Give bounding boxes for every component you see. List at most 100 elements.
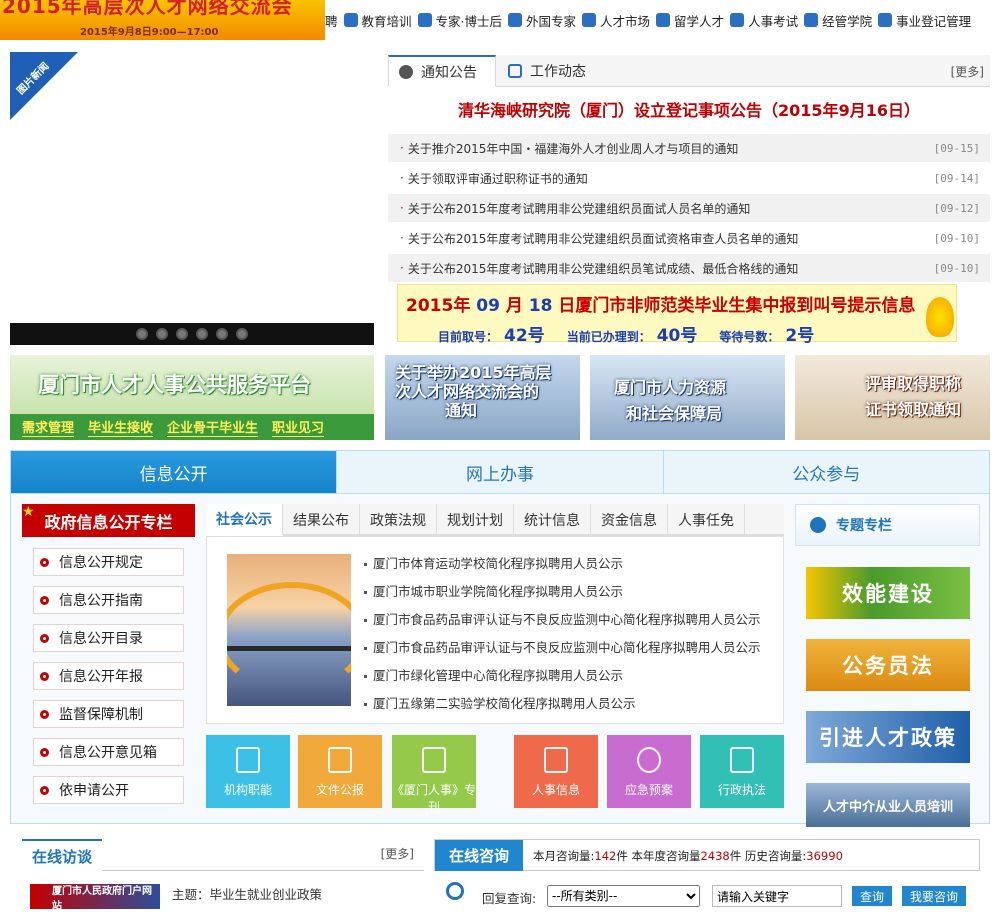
query-button[interactable]: 查询 [852,886,892,906]
interview-topic[interactable]: 主题：毕业生就业创业政策 [172,884,322,903]
online-interview-title: 在线访谈 [22,839,103,871]
nav-item-foreign-expert[interactable]: 外国专家 [508,11,576,30]
bullet-icon [40,557,49,567]
gov-item[interactable]: 监督保障机制 [33,700,184,728]
gov-item[interactable]: 信息公开年报 [33,662,184,690]
special-agency-training[interactable]: 人才中介从业人员培训 [806,783,970,827]
bridge-photo[interactable] [227,554,351,706]
link-enterprise-graduate[interactable]: 企业骨干毕业生 [167,417,259,437]
nav-item-registration[interactable]: 事业登记管理 [878,11,971,30]
picture-news-slideshow[interactable]: 图片新闻 [10,52,374,345]
notice-item[interactable]: · 关于推介2015年中国・福建海外人才创业周人才与项目的通知 [09-15] [388,134,990,162]
tab-online-service[interactable]: 网上办事 [337,451,664,493]
tab-social-notice[interactable]: 社会公示 [206,504,283,536]
gov-item[interactable]: 信息公开规定 [33,548,184,576]
gov-item[interactable]: 信息公开指南 [33,586,184,614]
slide-dot[interactable] [196,328,208,340]
slideshow-dots [10,323,374,345]
search-icon [446,882,464,900]
link-graduate-receive[interactable]: 毕业生接收 [88,417,154,437]
notice-item[interactable]: · 关于领取评审通过职称证书的通知 [09-14] [388,164,990,192]
platform-banner[interactable]: 厦门市人才人事公共服务平台 需求管理 毕业生接收 企业骨干毕业生 职业见习 [10,355,374,440]
hrss-bureau-banner[interactable]: 厦门市人力资源 和社会保障局 [590,355,785,440]
flower-decoration-icon [926,297,954,337]
notice-item[interactable]: · 关于公布2015年度考试聘用非公党建组织员面试资格审查人员名单的通知 [09-1… [388,224,990,252]
tab-results[interactable]: 结果公布 [283,504,360,536]
certificate-banner[interactable]: 评审取得职称 证书领取通知 [795,355,990,440]
tab-appointments[interactable]: 人事任免 [668,504,745,536]
nav-item-education[interactable]: 教育培训 [343,11,412,30]
bullet-icon [40,785,49,795]
tab-work-news[interactable]: 工作动态 [498,55,608,87]
link-demand[interactable]: 需求管理 [22,417,75,437]
ask-button[interactable]: 我要咨询 [902,886,966,906]
banner-text: 厦门市人力资源 和社会保障局 [614,378,727,423]
list-item[interactable]: 厦门市体育运动学校简化程序拟聘用人员公示 [364,553,623,572]
main-tabs: 信息公开 网上办事 公众参与 [10,450,990,494]
expert-icon [417,13,432,27]
emergency-icon [637,747,661,773]
nav-item-recruit[interactable]: 聘 [325,11,338,30]
tile-institution[interactable]: 机构职能 [206,735,290,808]
building-icon [236,747,260,773]
special-efficiency[interactable]: 效能建设 [806,567,970,619]
tab-notice[interactable]: 通知公告 [388,55,496,87]
slide-dot[interactable] [236,328,248,340]
tile-journal[interactable]: 《厦门人事》专刊 [392,735,476,814]
nav-item-expert[interactable]: 专家·博士后 [417,11,502,30]
nav-item-exam[interactable]: 人事考试 [730,11,798,30]
nav-item-talent-market[interactable]: 人才市场 [582,11,650,30]
clipboard-icon [730,747,754,773]
online-consult-title: 在线咨询 [435,840,523,871]
special-civil-servant-law[interactable]: 公务员法 [806,639,970,691]
online-interview-header: 在线访谈 [更多] [22,839,424,871]
portal-logo[interactable]: 厦门市人民政府门户网站 [30,884,160,912]
tab-statistics[interactable]: 统计信息 [514,504,591,536]
list-item[interactable]: 厦门市食品药品审评认证与不良反应监测中心简化程序拟聘用人员公示 [364,609,761,628]
interview-more-link[interactable]: [更多] [381,845,414,862]
top-promo-banner[interactable]: 2015年高层次人才网络交流会 2015年9月8日9:00—17:00 [0,0,325,40]
queue-info-panel[interactable]: 2015年 09 月 18 日厦门市非师范类毕业生集中报到叫号提示信息 目前取号… [397,284,957,346]
special-talent-policy[interactable]: 引进人才政策 [806,711,970,763]
tab-plans[interactable]: 规划计划 [437,504,514,536]
people-icon [582,13,597,27]
gov-item[interactable]: 信息公开目录 [33,624,184,652]
category-select[interactable]: --所有类别-- [547,885,700,907]
gov-item[interactable]: 依申请公开 [33,776,184,804]
tile-emergency[interactable]: 应急预案 [607,735,691,808]
bullet-icon [40,595,49,605]
list-item[interactable]: 厦门五缘第二实验学校简化程序拟聘用人员公示 [364,693,636,712]
slide-dot[interactable] [176,328,188,340]
queue-heading: 2015年 09 月 18 日厦门市非师范类毕业生集中报到叫号提示信息 [406,296,916,316]
keyword-input[interactable] [712,885,842,907]
tab-info-disclosure[interactable]: 信息公开 [11,451,338,493]
notice-item[interactable]: · 关于公布2015年度考试聘用非公党建组织员面试人员名单的通知 [09-12] [388,194,990,222]
list-item[interactable]: 厦门市绿化管理中心简化程序拟聘用人员公示 [364,665,623,684]
tab-policies[interactable]: 政策法规 [360,504,437,536]
slide-dot[interactable] [216,328,228,340]
list-item[interactable]: 厦门市城市职业学院简化程序拟聘用人员公示 [364,581,623,600]
consult-search-row: 回复查询: --所有类别-- 查询 我要咨询 [434,880,980,909]
list-item[interactable]: 厦门市食品药品审评认证与不良反应监测中心简化程序拟聘用人员公示 [364,637,761,656]
bullet-icon [40,747,49,757]
notice-more-link[interactable]: [更多] [951,63,984,80]
slide-dot[interactable] [156,328,168,340]
briefcase-icon [328,747,352,773]
top-nav: 聘 教育培训 专家·博士后 外国专家 人才市场 留学人才 人事考试 经管学院 事… [325,0,1000,40]
id-card-icon [544,747,568,773]
exchange-meeting-banner[interactable]: 关于举办2015年高层 次人才网络交流会的 通知 [385,355,580,440]
tile-documents[interactable]: 文件公报 [298,735,382,808]
notice-item[interactable]: · 关于公布2015年度考试聘用非公党建组织员笔试成绩、最低合格线的通知 [09-1… [388,254,990,282]
nav-item-academy[interactable]: 经管学院 [804,11,872,30]
gov-item[interactable]: 信息公开意见箱 [33,738,184,766]
bullet-icon [40,633,49,643]
nav-item-overseas-student[interactable]: 留学人才 [656,11,724,30]
tile-personnel-info[interactable]: 人事信息 [514,735,598,808]
student-icon [656,13,671,27]
tab-funds[interactable]: 资金信息 [591,504,668,536]
link-internship[interactable]: 职业见习 [272,417,325,437]
slide-dot[interactable] [136,328,148,340]
tile-law-enforcement[interactable]: 行政执法 [700,735,784,808]
tab-public-participation[interactable]: 公众参与 [663,451,989,493]
notice-headline[interactable]: 清华海峡研究院（厦门）设立登记事项公告（2015年9月16日） [388,97,990,121]
